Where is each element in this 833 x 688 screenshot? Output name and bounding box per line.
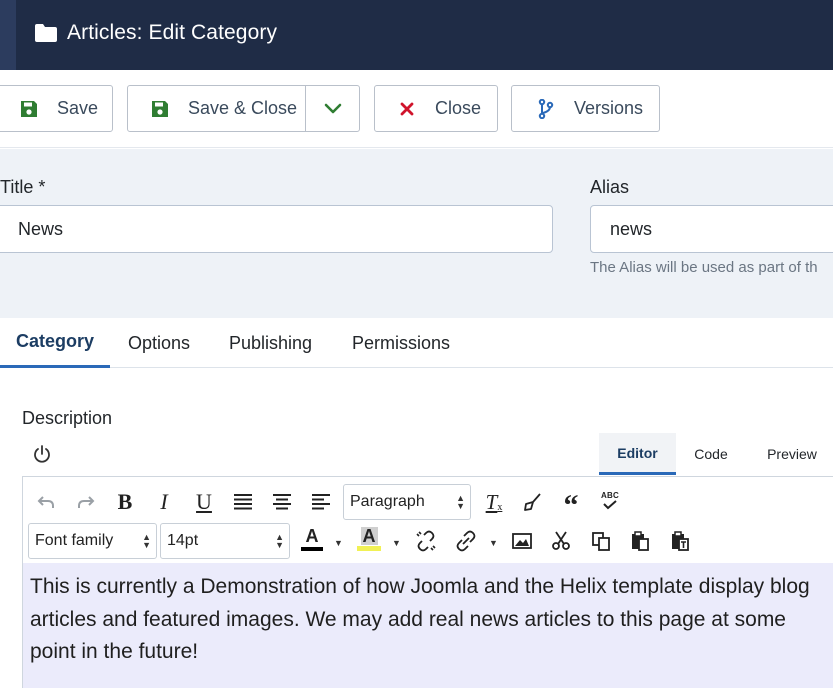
editor-tab-code[interactable]: Code [676,433,746,475]
save-options-dropdown-button[interactable] [305,85,360,132]
title-field-label: Title * [0,177,46,197]
broom-icon[interactable] [520,489,546,515]
unlink-icon[interactable] [413,528,439,554]
close-label: Close [435,98,482,118]
font-size-select[interactable]: 14pt ▲ ▼ [160,523,290,559]
font-family-select[interactable]: Font family ▲ ▼ [28,523,157,559]
floppy-disk-icon [19,99,39,119]
align-center-icon[interactable] [269,489,295,515]
blockquote-icon[interactable]: “ [558,489,584,521]
header-edge-strip [0,0,16,70]
clear-formatting-icon[interactable]: Tx [481,489,507,515]
alias-field[interactable]: news [590,205,833,253]
paste-as-text-icon[interactable] [667,528,693,554]
page-title: Articles: Edit Category [67,21,278,44]
save-label: Save [57,98,99,118]
tab-permissions[interactable]: Permissions [352,318,450,368]
rich-text-editor: B I U Paragraph ▲ ▼ Tx “ ABC Font family … [22,476,833,688]
undo-icon[interactable] [33,489,59,515]
save-close-button[interactable]: Save & Close [127,85,306,132]
editor-toolbar-row-1: B I U Paragraph ▲ ▼ Tx “ ABC [23,483,833,523]
app-header: Articles: Edit Category [0,0,833,70]
tab-options[interactable]: Options [128,318,190,368]
background-color-swatch [357,546,381,551]
title-field[interactable]: News [0,205,553,253]
caret-down-icon[interactable]: ▼ [334,538,343,548]
redo-icon[interactable] [73,489,99,515]
select-arrows-icon: ▲ ▼ [275,532,284,550]
cut-icon[interactable] [548,528,574,554]
editor-content-area[interactable]: This is currently a Demonstration of how… [23,563,833,688]
power-toggle-icon[interactable] [32,444,52,464]
close-button[interactable]: Close [374,85,498,132]
editor-tab-editor[interactable]: Editor [599,433,676,475]
copy-icon[interactable] [588,528,614,554]
alias-field-label: Alias [590,177,630,197]
alias-help-text: The Alias will be used as part of th [590,259,818,276]
link-icon[interactable] [453,528,479,554]
description-label: Description [22,408,113,428]
align-justify-icon[interactable] [230,489,256,515]
italic-icon[interactable]: I [151,489,177,515]
background-color-icon[interactable]: A [356,526,382,552]
spellcheck-icon[interactable]: ABC [597,487,623,513]
select-arrows-icon: ▲ ▼ [456,493,465,511]
paste-icon[interactable] [627,528,653,554]
versions-label: Versions [574,98,644,118]
underline-icon[interactable]: U [191,489,217,515]
text-color-swatch [301,547,323,551]
image-icon[interactable] [509,528,535,554]
editor-tab-preview[interactable]: Preview [752,433,832,475]
category-tabs: Category Options Publishing Permissions [0,318,833,368]
font-family-value: Font family [35,532,114,549]
tab-publishing[interactable]: Publishing [229,318,312,368]
code-branch-icon [536,98,556,119]
caret-down-icon[interactable]: ▼ [392,538,401,548]
select-arrows-icon: ▲ ▼ [142,532,151,550]
versions-button[interactable]: Versions [511,85,660,132]
spellcheck-text: ABC [601,490,619,500]
text-color-letter: A [305,526,319,546]
save-close-label: Save & Close [188,98,298,118]
toolbar: Save Save & Close Close Versions [0,70,833,148]
block-format-value: Paragraph [350,493,425,510]
editor-toolbar-row-2: Font family ▲ ▼ 14pt ▲ ▼ A ▼ A ▼ ▼ [23,522,833,562]
save-button[interactable]: Save [0,85,113,132]
align-left-icon[interactable] [308,489,334,515]
close-icon [397,99,417,119]
folder-icon [35,24,57,42]
text-color-icon[interactable]: A [299,526,325,552]
background-color-letter: A [360,526,378,546]
block-format-select[interactable]: Paragraph ▲ ▼ [343,484,471,520]
floppy-disk-icon [150,99,170,119]
tab-category[interactable]: Category [0,318,110,368]
font-size-value: 14pt [167,532,199,549]
caret-down-icon[interactable]: ▼ [489,538,498,548]
bold-icon[interactable]: B [112,489,138,515]
chevron-down-icon [324,103,341,113]
